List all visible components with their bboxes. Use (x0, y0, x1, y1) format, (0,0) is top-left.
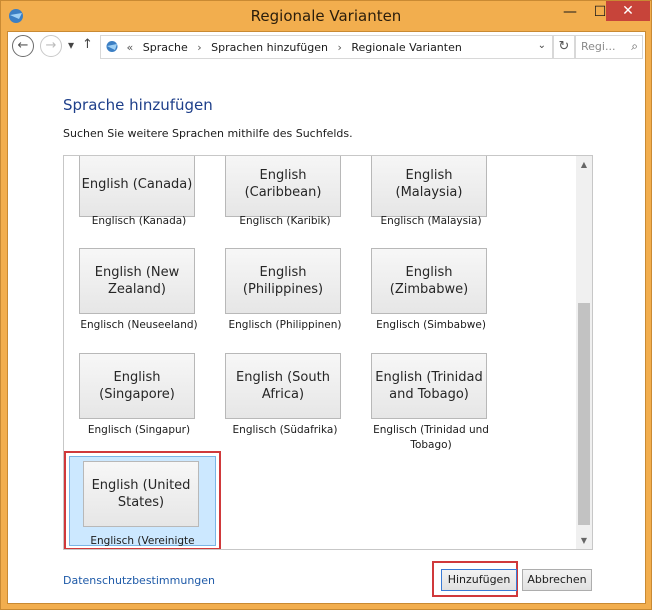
language-item-english-south-africa[interactable]: English (South Africa) Englisch (Südafri… (210, 353, 360, 453)
search-icon[interactable]: ⌕ (631, 39, 638, 54)
language-item-english-canada[interactable]: English (Canada) Englisch (Kanada) (64, 156, 214, 256)
scrollbar-thumb[interactable] (578, 303, 590, 525)
search-input[interactable]: Regi... (581, 40, 615, 53)
up-button[interactable]: ↑ (82, 37, 93, 52)
scroll-up-button[interactable]: ▲ (576, 156, 592, 173)
client-area: ← → ▾ ↑ « Sprache › Sprachen hinzufügen … (7, 31, 646, 604)
close-button[interactable]: ✕ (606, 1, 650, 21)
language-caption: Englisch (Simbabwe) (376, 319, 486, 331)
page-title: Sprache hinzufügen (63, 96, 213, 114)
selection-highlight-box (64, 451, 221, 549)
page-hint: Suchen Sie weitere Sprachen mithilfe des… (63, 127, 353, 140)
window: Regionale Varianten — ☐ ✕ ← → ▾ ↑ « Spra… (0, 0, 652, 610)
language-caption: Englisch (Singapur) (87, 424, 191, 436)
language-tile[interactable]: English (South Africa) (225, 353, 341, 419)
breadcrumb-item-regionale-varianten[interactable]: Regionale Varianten (351, 41, 461, 54)
breadcrumb-item-sprache[interactable]: Sprache (143, 41, 188, 54)
address-dropdown-button[interactable]: ⌄ (538, 40, 546, 51)
language-tile[interactable]: English (Philippines) (225, 248, 341, 314)
breadcrumb-item-sprachen-hinzufuegen[interactable]: Sprachen hinzufügen (211, 41, 328, 54)
language-caption: Englisch (Neuseeland) (80, 319, 198, 331)
language-caption: Englisch (Karibik) (239, 215, 331, 227)
language-item-english-caribbean[interactable]: English (Caribbean) Englisch (Karibik) (210, 156, 360, 256)
window-title: Regionale Varianten (250, 7, 402, 25)
breadcrumb-separator[interactable]: › (337, 41, 341, 54)
address-bar: ← → ▾ ↑ « Sprache › Sprachen hinzufügen … (8, 32, 645, 62)
breadcrumb: « Sprache › Sprachen hinzufügen › Region… (105, 40, 468, 54)
cancel-button[interactable]: Abbrechen (522, 569, 592, 591)
language-caption: Englisch (Kanada) (91, 215, 187, 227)
breadcrumb-overflow[interactable]: « (127, 41, 134, 54)
language-tile[interactable]: English (Trinidad and Tobago) (371, 353, 487, 419)
add-button[interactable]: Hinzufügen (441, 569, 517, 591)
breadcrumb-separator[interactable]: › (197, 41, 201, 54)
language-tile[interactable]: English (Singapore) (79, 353, 195, 419)
language-caption: Englisch (Südafrika) (232, 424, 338, 436)
language-tile[interactable]: English (Caribbean) (225, 156, 341, 217)
language-tile[interactable]: English (Malaysia) (371, 156, 487, 217)
language-tile[interactable]: English (Canada) (79, 156, 195, 217)
list-scrollbar[interactable]: ▲ ▼ (576, 156, 592, 549)
refresh-button[interactable]: ↻ (553, 35, 575, 59)
address-field[interactable]: « Sprache › Sprachen hinzufügen › Region… (100, 35, 553, 59)
privacy-link[interactable]: Datenschutzbestimmungen (63, 574, 215, 587)
search-box[interactable]: Regi... ⌕ (575, 35, 643, 59)
forward-button[interactable]: → (40, 35, 62, 57)
language-item-english-philippines[interactable]: English (Philippines) Englisch (Philippi… (210, 248, 360, 348)
language-tile[interactable]: English (New Zealand) (79, 248, 195, 314)
language-item-english-new-zealand[interactable]: English (New Zealand) Englisch (Neuseela… (64, 248, 214, 348)
title-bar[interactable]: Regionale Varianten — ☐ ✕ (1, 1, 651, 31)
language-caption: Englisch (Philippinen) (228, 319, 342, 331)
language-list[interactable]: English (Canada) Englisch (Kanada) Engli… (63, 155, 593, 550)
language-item-english-trinidad-and-tobago[interactable]: English (Trinidad and Tobago) Englisch (… (356, 353, 506, 453)
language-item-english-malaysia[interactable]: English (Malaysia) Englisch (Malaysia) (356, 156, 506, 256)
recent-locations-dropdown[interactable]: ▾ (68, 38, 74, 52)
scroll-down-button[interactable]: ▼ (576, 532, 592, 549)
language-item-english-singapore[interactable]: English (Singapore) Englisch (Singapur) (64, 353, 214, 453)
back-button[interactable]: ← (12, 35, 34, 57)
minimize-button[interactable]: — (555, 1, 585, 23)
language-tile[interactable]: English (Zimbabwe) (371, 248, 487, 314)
language-caption: Englisch (Malaysia) (380, 215, 482, 227)
language-caption: Englisch (Trinidad und Tobago) (373, 424, 489, 451)
control-panel-icon (106, 41, 118, 52)
language-item-english-zimbabwe[interactable]: English (Zimbabwe) Englisch (Simbabwe) (356, 248, 506, 348)
